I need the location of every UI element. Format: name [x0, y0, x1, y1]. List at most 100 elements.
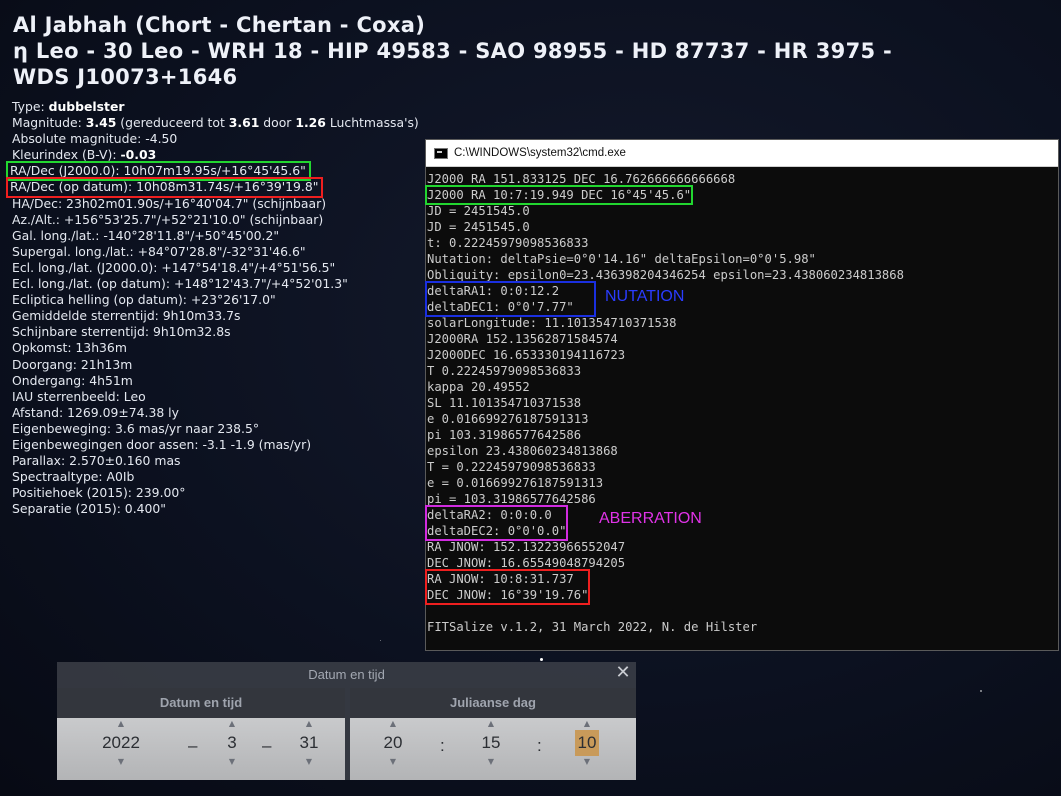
info-value: 1.26: [295, 115, 326, 131]
arrow-down-icon[interactable]: ▼: [207, 756, 257, 768]
cmd-line: pi 103.31986577642586: [427, 428, 582, 442]
highlight-box-red: RA/Dec (op datum): 10h08m31.74s/+16°39'1…: [5, 177, 324, 198]
object-info-panel: Type: dubbelster Magnitude: 3.45 (geredu…: [5, 99, 432, 517]
object-title: Al Jabhah (Chort - Chertan - Coxa) η Leo…: [13, 12, 893, 90]
date-header: Datum en tijd: [57, 688, 345, 718]
info-row: Schijnbare sterrentijd: 9h10m32.8s: [12, 324, 231, 340]
cmd-line: epsilon 23.438060234813868: [427, 444, 618, 458]
info-value: 3.61: [228, 115, 260, 131]
info-row: Separatie (2015): 0.400": [12, 501, 166, 517]
close-icon[interactable]: ✕: [614, 664, 632, 682]
info-label: Kleurindex (B-V):: [12, 147, 121, 163]
cmd-line: J2000RA 152.13562871584574: [427, 332, 618, 346]
arrow-up-icon[interactable]: ▲: [207, 718, 257, 730]
day-value[interactable]: 31: [284, 730, 334, 756]
info-row: Ecl. long./lat. (op datum): +148°12'43.7…: [12, 276, 348, 292]
dialog-title[interactable]: Datum en tijd: [57, 662, 636, 688]
cmd-line: t: 0.22245979098536833: [427, 236, 589, 250]
cmd-line: solarLongitude: 11.101354710371538: [427, 316, 677, 330]
cmd-line: RA JNOW: 152.13223966552047: [427, 540, 626, 554]
cmd-line: kappa 20.49552: [427, 380, 530, 394]
info-text: (gereduceerd tot: [116, 115, 229, 131]
date-section: Datum en tijd ▲ 2022 ▼ – ▲ 3 ▼ – ▲ 31 ▼: [57, 688, 345, 780]
arrow-down-icon[interactable]: ▼: [368, 756, 418, 768]
info-label: Type:: [12, 99, 49, 114]
month-spinner[interactable]: ▲ 3 ▼: [207, 718, 257, 780]
second-value[interactable]: 10: [574, 730, 600, 756]
info-color-index: Kleurindex (B-V): -0.03: [12, 147, 432, 163]
arrow-down-icon[interactable]: ▼: [466, 756, 516, 768]
cmd-line: J2000DEC 16.653330194116723: [427, 348, 626, 362]
cmd-line: J2000 RA 10:7:19.949 DEC 16°45'45.6": [424, 185, 1058, 205]
date-fields: ▲ 2022 ▼ – ▲ 3 ▼ – ▲ 31 ▼: [57, 718, 345, 780]
cmd-line: deltaDEC1: 0°0'7.77": [427, 300, 574, 314]
info-row: Ecliptica helling (op datum): +23°26'17.…: [12, 292, 276, 308]
info-row: Az./Alt.: +156°53'25.7"/+52°21'10.0" (sc…: [12, 211, 324, 227]
highlight-box-magenta: deltaRA2: 0:0:0.0 deltaDEC2: 0°0'0.0" AB…: [424, 505, 702, 541]
aberration-label: ABERRATION: [599, 510, 702, 527]
arrow-up-icon[interactable]: ▲: [466, 718, 516, 730]
info-value: -0.03: [120, 147, 157, 163]
cmd-line: JD = 2451545.0: [427, 204, 530, 218]
julian-day-header[interactable]: Juliaanse dag: [350, 688, 636, 718]
info-label: Magnitude:: [12, 115, 86, 131]
day-spinner[interactable]: ▲ 31 ▼: [284, 718, 334, 780]
second-spinner[interactable]: ▲ 10 ▼: [562, 718, 612, 780]
cmd-line: e = 0.016699276187591313: [427, 476, 604, 490]
info-row: Eigenbeweging: 3.6 mas/yr naar 238.5°: [12, 420, 260, 436]
cmd-line: e 0.016699276187591313: [427, 412, 589, 426]
month-value[interactable]: 3: [207, 730, 257, 756]
info-value: dubbelster: [48, 99, 125, 114]
hour-spinner[interactable]: ▲ 20 ▼: [368, 718, 418, 780]
arrow-down-icon[interactable]: ▼: [562, 756, 612, 768]
arrow-up-icon[interactable]: ▲: [368, 718, 418, 730]
arrow-down-icon[interactable]: ▼: [95, 756, 147, 768]
info-row: Gemiddelde sterrentijd: 9h10m33.7s: [12, 308, 241, 324]
info-magnitude: Magnitude: 3.45 (gereduceerd tot 3.61 do…: [12, 115, 432, 131]
minute-spinner[interactable]: ▲ 15 ▼: [466, 718, 516, 780]
cmd-line: FITSalize v.1.2, 31 March 2022, N. de Hi…: [427, 620, 758, 634]
highlight-box-green: RA/Dec (J2000.0): 10h07m19.95s/+16°45'45…: [6, 161, 311, 182]
info-text: Luchtmassa's): [325, 115, 419, 131]
arrow-up-icon[interactable]: ▲: [562, 718, 612, 730]
cmd-titlebar[interactable]: C:\WINDOWS\system32\cmd.exe: [426, 140, 1058, 167]
cmd-line: Nutation: deltaPsie=0°0'14.16" deltaEpsi…: [427, 252, 816, 266]
nutation-group: deltaRA1: 0:0:12.2 deltaDEC1: 0°0'7.77" …: [425, 281, 1058, 317]
highlight-box-blue: deltaRA1: 0:0:12.2 deltaDEC1: 0°0'7.77" …: [425, 281, 684, 317]
time-separator: :: [440, 736, 445, 755]
nutation-label: NUTATION: [605, 288, 685, 305]
info-value: 3.45: [85, 115, 117, 131]
highlight-box-green: J2000 RA 10:7:19.949 DEC 16°45'45.6": [424, 185, 694, 205]
hour-value[interactable]: 20: [368, 730, 418, 756]
cmd-line: DEC JNOW: 16.65549048794205: [427, 556, 626, 570]
cmd-line: Obliquity: epsilon0=23.436398204346254 e…: [427, 268, 904, 282]
info-text: door: [259, 115, 296, 131]
minute-value[interactable]: 15: [466, 730, 516, 756]
aberration-group: deltaRA2: 0:0:0.0 deltaDEC2: 0°0'0.0" AB…: [424, 505, 1058, 541]
info-type: Type: dubbelster: [12, 99, 432, 115]
star: [980, 690, 982, 692]
arrow-down-icon[interactable]: ▼: [284, 756, 334, 768]
cmd-line: deltaRA1: 0:0:12.2: [427, 284, 560, 298]
cmd-line: deltaDEC2: 0°0'0.0": [427, 524, 567, 538]
date-separator: –: [188, 736, 198, 755]
star: [380, 640, 381, 641]
cmd-line: JD = 2451545.0: [427, 220, 530, 234]
cmd-line: SL 11.101354710371538: [427, 396, 582, 410]
arrow-up-icon[interactable]: ▲: [284, 718, 334, 730]
cmd-line: DEC JNOW: 16°39'19.76": [427, 588, 589, 602]
terminal-icon: [434, 147, 448, 159]
year-value[interactable]: 2022: [95, 730, 147, 756]
info-row: Eigenbewegingen door assen: -3.1 -1.9 (m…: [12, 436, 312, 452]
time-section: Juliaanse dag ▲ 20 ▼ : ▲ 15 ▼ : ▲ 10 ▼: [350, 688, 636, 780]
info-row: Positiehoek (2015): 239.00°: [12, 485, 186, 501]
info-row: HA/Dec: 23h02m01.90s/+16°40'04.7" (schij…: [12, 195, 327, 211]
time-fields: ▲ 20 ▼ : ▲ 15 ▼ : ▲ 10 ▼: [350, 718, 636, 780]
object-title-line: Al Jabhah (Chort - Chertan - Coxa): [13, 13, 426, 37]
year-spinner[interactable]: ▲ 2022 ▼: [95, 718, 147, 780]
arrow-up-icon[interactable]: ▲: [95, 718, 147, 730]
info-row: Parallax: 2.570±0.160 mas: [12, 453, 181, 469]
object-title-line: WDS J10073+1646: [13, 65, 238, 89]
cmd-window[interactable]: C:\WINDOWS\system32\cmd.exe J2000 RA 151…: [424, 139, 1059, 651]
info-row: IAU sterrenbeeld: Leo: [12, 388, 146, 404]
